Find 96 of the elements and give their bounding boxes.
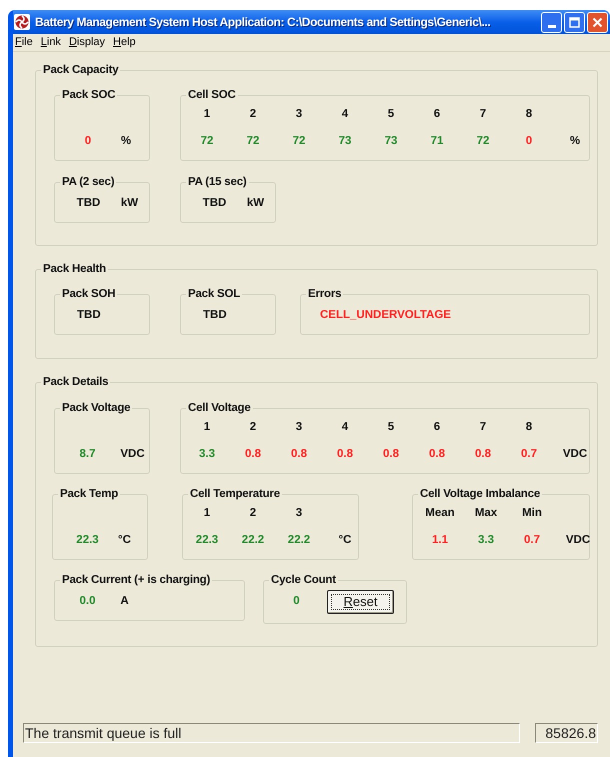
value-text: 73 xyxy=(338,134,352,149)
value-text: 0.8 xyxy=(336,446,354,462)
value-text: 0 xyxy=(524,134,534,149)
value-text: 0 xyxy=(292,594,301,609)
column-label: 5 xyxy=(386,106,396,122)
group-title: Pack SOC xyxy=(61,88,116,102)
minimize-button[interactable] xyxy=(541,12,562,32)
column-label: 8 xyxy=(524,106,534,122)
group-title: Cell Voltage Imbalance xyxy=(419,487,542,501)
value-text: 3.3 xyxy=(477,532,495,548)
column-label: 2 xyxy=(248,106,258,122)
value-text: 1.1 xyxy=(431,532,449,548)
column-label: 1 xyxy=(202,106,212,122)
group-title: Pack Details xyxy=(42,375,110,389)
value-text: 0.8 xyxy=(474,446,492,462)
status-value: 85826.8 xyxy=(535,723,598,743)
value-text: 8.7 xyxy=(78,446,96,462)
value-text: TBD xyxy=(203,308,227,323)
minimize-icon xyxy=(548,24,556,28)
menu-item[interactable]: File xyxy=(12,34,36,51)
column-label: 2 xyxy=(248,420,258,435)
column-label: 1 xyxy=(202,506,212,521)
value-text: 22.2 xyxy=(240,532,266,548)
value-text: 0.8 xyxy=(290,446,308,462)
column-label: 4 xyxy=(340,420,350,435)
value-text: TBD xyxy=(77,308,101,323)
unit-label: VDC xyxy=(119,446,146,462)
value-text: 72 xyxy=(292,134,306,149)
column-label: 7 xyxy=(478,106,488,122)
unit-label: kW xyxy=(246,196,266,211)
column-label: 2 xyxy=(248,506,258,521)
value-text: TBD xyxy=(202,196,228,211)
value-text: 72 xyxy=(200,134,214,149)
column-label: 3 xyxy=(294,420,304,435)
column-label: 5 xyxy=(386,420,396,435)
unit-label: °C xyxy=(117,532,132,548)
close-button[interactable] xyxy=(587,12,608,32)
value-text: 0.7 xyxy=(523,532,541,548)
value-text: 0.8 xyxy=(428,446,446,462)
value-text: 0 xyxy=(84,134,92,149)
value-text: 72 xyxy=(246,134,260,149)
group-title: Pack Current (+ is charging) xyxy=(61,573,212,587)
app-icon xyxy=(14,14,30,30)
column-label: 6 xyxy=(432,420,442,435)
column-label: 3 xyxy=(294,506,304,521)
column-label: 1 xyxy=(202,420,212,435)
column-label: 6 xyxy=(432,106,442,122)
group-title: Pack Capacity xyxy=(42,63,120,77)
group-title: Errors xyxy=(307,287,342,301)
close-icon xyxy=(592,16,603,28)
group-title: Pack Voltage xyxy=(61,401,132,415)
column-label: 7 xyxy=(478,420,488,435)
group-title: Cell SOC xyxy=(187,88,237,102)
unit-label: % xyxy=(568,134,582,149)
maximize-icon xyxy=(569,16,580,28)
unit-label: A xyxy=(119,594,130,609)
column-label: 3 xyxy=(294,106,304,122)
maximize-button[interactable] xyxy=(564,12,585,32)
column-label: Min xyxy=(521,506,543,521)
value-text: 22.2 xyxy=(286,532,312,548)
unit-label: VDC xyxy=(562,446,588,462)
unit-label: % xyxy=(120,134,132,149)
menu-item[interactable]: Display xyxy=(66,34,108,51)
value-text: 0.8 xyxy=(382,446,400,462)
value-text: 22.3 xyxy=(75,532,100,548)
menu-item[interactable]: Help xyxy=(110,34,139,51)
group-title: Cell Voltage xyxy=(187,401,252,415)
unit-label: VDC xyxy=(564,532,592,548)
column-label: 8 xyxy=(524,420,534,435)
value-text: 0.7 xyxy=(520,446,538,462)
value-text: 3.3 xyxy=(198,446,216,462)
group-title: Pack SOL xyxy=(187,287,242,301)
value-text: 0.0 xyxy=(78,594,96,609)
group-title: Pack Temp xyxy=(59,487,120,501)
value-text: 71 xyxy=(430,134,444,149)
window-title: Battery Management System Host Application: C:\Documents and Settings\Generic\... xyxy=(35,14,490,31)
value-text: 22.3 xyxy=(194,532,220,548)
value-text: TBD xyxy=(76,196,102,211)
reset-button[interactable]: Reset xyxy=(327,590,394,614)
column-label: 4 xyxy=(340,106,350,122)
value-text: CELL_UNDERVOLTAGE xyxy=(320,308,451,323)
column-label: Max xyxy=(474,506,498,521)
menu-item[interactable]: Link xyxy=(38,34,64,51)
group-title: Cycle Count xyxy=(270,573,337,587)
value-text: 72 xyxy=(476,134,490,149)
group-title: Cell Temperature xyxy=(189,487,281,501)
value-text: 73 xyxy=(384,134,398,149)
column-label: Mean xyxy=(424,506,456,521)
value-text: 0.8 xyxy=(244,446,262,462)
group-title: Pack SOH xyxy=(61,287,116,301)
unit-label: kW xyxy=(120,196,140,211)
status-message: The transmit queue is full xyxy=(23,723,520,743)
group-title: PA (15 sec) xyxy=(187,175,248,189)
group-title: Pack Health xyxy=(42,262,107,276)
group-title: PA (2 sec) xyxy=(61,175,116,189)
unit-label: °C xyxy=(338,532,352,548)
